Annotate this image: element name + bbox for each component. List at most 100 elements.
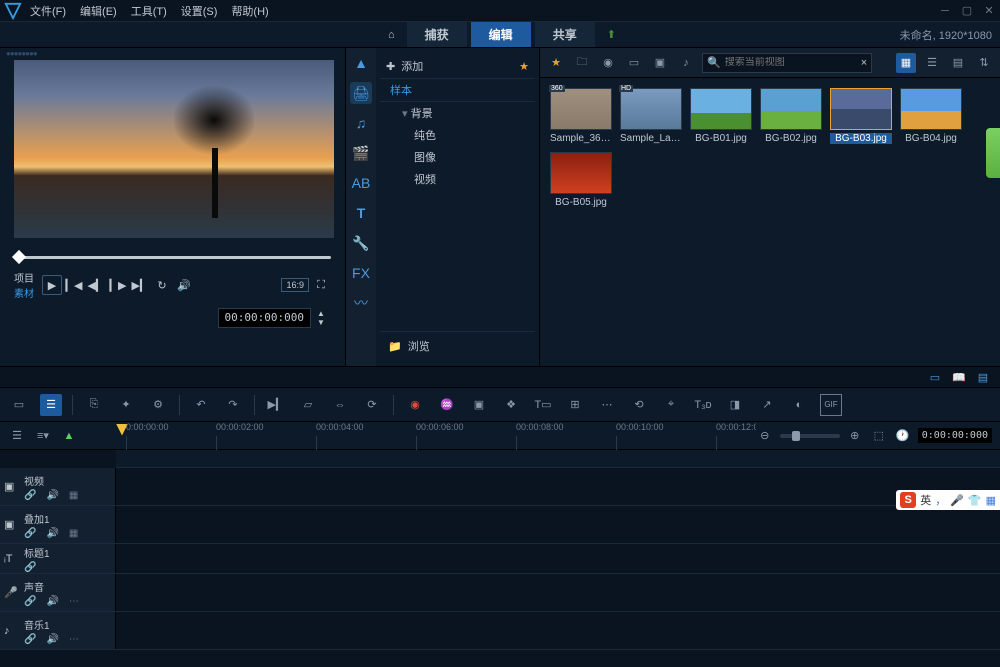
timeline-sub-ruler[interactable] [116,450,1000,468]
lib-folder-icon[interactable]: 🗀 [572,53,592,73]
filter-audio-icon[interactable]: ♪ [676,53,696,73]
tool-arrow-icon[interactable]: ▶▎ [265,394,287,416]
panel-btn-3[interactable]: ▤ [974,369,992,385]
close-button[interactable]: ✕ [982,4,996,18]
more-icon[interactable]: ⋯ [69,634,79,645]
favorite-icon[interactable]: ★ [546,53,566,73]
search-input[interactable] [725,57,857,68]
add-media-button[interactable]: ✚ 添加 ★ [380,54,535,79]
mute-icon[interactable]: 🔊 [46,528,58,539]
more-icon[interactable]: ⋯ [69,596,79,607]
ime-mic-icon[interactable]: 🎤 [950,494,964,507]
crop-icon[interactable]: ▱ [297,394,319,416]
menu-edit[interactable]: 编辑(E) [80,3,117,19]
tree-item-image[interactable]: 图像 [380,146,535,168]
ime-punct-icon[interactable]: ， [935,492,946,508]
rotate-icon[interactable]: ⟳ [361,394,383,416]
browse-button[interactable]: 📁 浏览 [380,331,535,360]
resize-icon[interactable]: ⇔ [329,394,351,416]
panel-grip[interactable]: ●●●●●●●● [2,50,343,56]
zoom-slider[interactable] [780,434,840,438]
track-head[interactable]: ▣ 视频 🔗🔊▦ [0,468,116,505]
track-content[interactable] [116,506,1000,543]
timeline-ruler[interactable]: 0:00:00:00 00:00:02:00 00:00:04:00 00:00… [116,422,756,450]
go-end-button[interactable]: ▶▎ [130,275,150,295]
grid-icon[interactable]: ▦ [69,490,78,501]
fx-icon[interactable]: FX [350,262,372,284]
media-icon[interactable]: 🖨 [350,82,372,104]
link-icon[interactable]: 🔗 [24,528,36,539]
grid-icon[interactable]: ▦ [69,528,78,539]
menu-tools[interactable]: 工具(T) [131,3,167,19]
search-box[interactable]: 🔍 × [702,53,872,73]
redo-icon[interactable]: ↷ [222,394,244,416]
timecode-stepper[interactable]: ▲▼ [311,308,331,328]
refresh-icon[interactable]: ⟲ [628,394,650,416]
thumb-item[interactable]: BG-B03.jpg [830,88,892,144]
ime-badge[interactable]: S 英 ， 🎤 👕 ▦ [896,490,1000,510]
sort-icon[interactable]: ⇅ [974,53,994,73]
menu-file[interactable]: 文件(F) [30,3,66,19]
preview-mode-material[interactable]: 素材 [14,285,34,300]
gif-icon[interactable]: GIF [820,394,842,416]
track-head[interactable]: ᵢT 标题1 🔗 [0,544,116,573]
audio-icon[interactable]: ♫ [350,112,372,134]
aspect-ratio-badge[interactable]: 16:9 [281,278,309,292]
track-head[interactable]: ♪ 音乐1 🔗🔊⋯ [0,612,116,649]
3d-text-icon[interactable]: T₃ᴅ [692,394,714,416]
link-icon[interactable]: 🔗 [24,490,36,501]
ime-lang[interactable]: 英 [920,492,931,508]
thumb-item[interactable]: BG-B02.jpg [760,88,822,144]
title-ab-icon[interactable]: AB [350,172,372,194]
star-icon[interactable]: ★ [519,60,529,73]
volume-button[interactable]: 🔊 [174,275,194,295]
track-menu-icon[interactable]: ☰ [8,427,26,445]
collapse-icon[interactable]: ▲ [350,52,372,74]
brightness-icon[interactable]: ◐ [788,394,810,416]
mute-icon[interactable]: 🔊 [46,596,58,607]
go-start-button[interactable]: ▎◀ [64,275,84,295]
upload-icon[interactable]: ⬆ [599,24,624,45]
clear-search-icon[interactable]: × [861,57,867,69]
side-tab[interactable] [986,128,1000,178]
grid-icon[interactable]: ⊞ [564,394,586,416]
thumb-item[interactable]: BG-B04.jpg [900,88,962,144]
track-add-icon[interactable]: ▲ [60,427,78,445]
zoom-out-icon[interactable]: ⊖ [756,427,774,445]
preview-scrubber[interactable] [14,250,331,262]
track-content[interactable] [116,544,1000,573]
zoom-in-icon[interactable]: ⊕ [846,427,864,445]
link-icon[interactable]: 🔗 [24,634,36,645]
minimize-button[interactable]: ─ [938,4,952,18]
color-wheel-icon[interactable]: ◉ [404,394,426,416]
link-icon[interactable]: 🔗 [24,562,36,573]
tree-item-video[interactable]: 视频 [380,168,535,190]
magic-icon[interactable]: ✦ [115,394,137,416]
chapter-icon[interactable]: ❖ [500,394,522,416]
mute-icon[interactable]: 🔊 [46,490,58,501]
path-icon[interactable]: 〰 [350,292,372,314]
filter-video-icon[interactable]: ▭ [624,53,644,73]
play-button[interactable]: ▶ [42,275,62,295]
menu-help[interactable]: 帮助(H) [231,3,268,19]
preview-mode-project[interactable]: 项目 [14,270,34,285]
settings-icon[interactable]: ⚙ [147,394,169,416]
panel-btn-2[interactable]: 📖 [950,369,968,385]
audio-wave-icon[interactable]: ♒ [436,394,458,416]
tab-capture[interactable]: 捕获 [407,22,467,47]
tools-icon[interactable]: 🔧 [350,232,372,254]
track-content[interactable] [116,612,1000,649]
thumb-item[interactable]: HDSample_Lake.m... [620,88,682,144]
mask-icon[interactable]: ◨ [724,394,746,416]
undo-icon[interactable]: ↶ [190,394,212,416]
export-icon[interactable]: ↗ [756,394,778,416]
menu-settings[interactable]: 设置(S) [181,3,218,19]
view-large-icon[interactable]: ▦ [896,53,916,73]
prev-frame-button[interactable]: ◀▎ [86,275,106,295]
thumb-item[interactable]: BG-B01.jpg [690,88,752,144]
track-list-icon[interactable]: ≡▾ [34,427,52,445]
maximize-button[interactable]: ▢ [960,4,974,18]
more-icon[interactable]: ⋯ [596,394,618,416]
tree-item-solid[interactable]: 纯色 [380,124,535,146]
home-icon[interactable]: ⌂ [380,25,403,45]
